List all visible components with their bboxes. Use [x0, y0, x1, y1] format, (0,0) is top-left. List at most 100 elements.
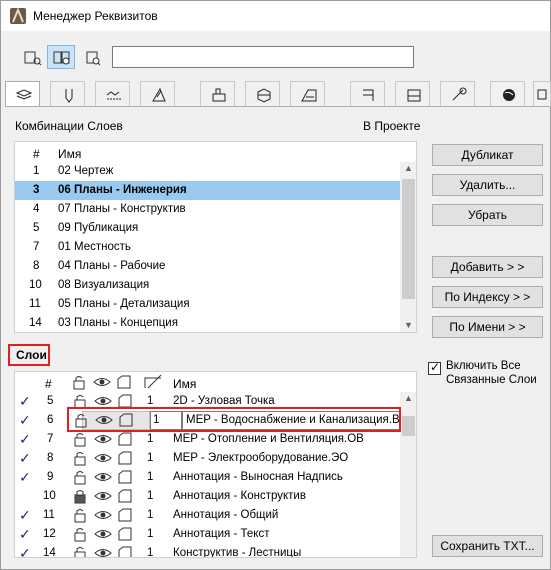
combo-num: 10	[29, 279, 42, 291]
eye-icon[interactable]	[94, 451, 112, 469]
layer-num: 7	[47, 433, 54, 445]
combo-name: 09 Публикация	[58, 222, 139, 234]
solid-model-icon[interactable]	[117, 451, 133, 469]
combo-row[interactable]: 10 08 Визуализация	[15, 276, 416, 295]
tab-profiles[interactable]	[290, 81, 325, 107]
delete-button[interactable]: Удалить...	[432, 174, 543, 196]
zones-icon	[363, 89, 374, 101]
view-left-button[interactable]	[18, 45, 46, 69]
layer-checked-icon[interactable]: ✓	[19, 507, 31, 524]
scroll-down-icon[interactable]: ▼	[404, 320, 413, 330]
layer-checked-icon[interactable]: ✓	[19, 393, 31, 410]
layer-intersection-group: 1	[147, 395, 154, 407]
layer-checked-icon[interactable]: ✓	[19, 431, 31, 448]
eye-icon[interactable]	[94, 432, 112, 450]
remove-button[interactable]: Убрать	[432, 204, 543, 226]
combo-row[interactable]: 4 07 Планы - Конструктив	[15, 200, 416, 219]
solid-model-icon[interactable]	[117, 527, 133, 545]
layer-checked-icon[interactable]: ✓	[19, 450, 31, 467]
by-name-button[interactable]: По Имени > >	[432, 316, 543, 338]
solid-model-icon[interactable]	[117, 489, 133, 507]
layer-name: MEP - Электрооборудование.ЭО	[173, 452, 349, 464]
layer-intersection-group: 1	[147, 509, 154, 521]
combo-row-selected[interactable]: 3 06 Планы - Инженерия	[15, 181, 401, 200]
layer-row[interactable]: ✓ 11 1 Аннотация - Общий	[15, 506, 416, 525]
by-index-button[interactable]: По Индексу > >	[432, 286, 543, 308]
solid-model-icon[interactable]	[117, 546, 133, 557]
wireframe-header-icon[interactable]	[116, 374, 132, 393]
eye-icon[interactable]	[94, 508, 112, 526]
layers-list[interactable]: # Имя ✓ 5 1 2D - Узловая Точка ✓ 6 1 MEP…	[14, 371, 417, 558]
attribute-manager-window: Менеджер Реквизитов Комбинации Слоев В П…	[0, 0, 551, 570]
eye-icon[interactable]	[94, 527, 112, 545]
layer-name: Аннотация - Текст	[173, 528, 270, 540]
combos-col-name: Имя	[58, 147, 82, 161]
eye-icon[interactable]	[94, 489, 112, 507]
layer-checked-icon[interactable]: ✓	[19, 526, 31, 543]
layer-row[interactable]: ✓ 7 1 MEP - Отопление и Вентиляция.ОВ	[15, 430, 416, 449]
layer-row[interactable]: 10 1 Аннотация - Конструктив	[15, 487, 416, 506]
add-button[interactable]: Добавить > >	[432, 256, 543, 278]
view-right-button[interactable]	[77, 45, 105, 69]
line-types-icon	[106, 91, 121, 100]
layer-row[interactable]: ✓ 9 1 Аннотация - Выносная Надпись	[15, 468, 416, 487]
lock-open-icon[interactable]	[72, 451, 88, 469]
lock-open-icon[interactable]	[72, 508, 88, 526]
scroll-up-icon[interactable]: ▲	[404, 393, 413, 403]
layer-row[interactable]: ✓ 12 1 Аннотация - Текст	[15, 525, 416, 544]
scroll-thumb[interactable]	[402, 416, 415, 436]
eye-icon[interactable]	[94, 546, 112, 557]
eye-header-icon[interactable]	[93, 374, 111, 393]
combos-list[interactable]: # Имя 1 02 Чертеж 3 06 Планы - Инженерия…	[14, 141, 417, 333]
layer-row[interactable]: ✓ 8 1 MEP - Электрооборудование.ЭО	[15, 449, 416, 468]
tab-layers[interactable]	[5, 81, 40, 109]
tab-markup[interactable]	[490, 81, 525, 107]
combo-num: 3	[33, 184, 40, 196]
tab-composites[interactable]	[245, 81, 280, 107]
title-bar: Менеджер Реквизитов	[1, 1, 550, 31]
lock-closed-icon[interactable]	[72, 489, 88, 507]
combo-row[interactable]: 7 01 Местность	[15, 238, 416, 257]
tab-mep[interactable]	[395, 81, 430, 107]
include-all-checkbox[interactable]: ✓	[428, 360, 441, 375]
tab-line-types[interactable]	[95, 81, 130, 107]
combo-name: 04 Планы - Рабочие	[58, 260, 166, 272]
solid-model-icon[interactable]	[117, 470, 133, 488]
combos-col-num: #	[33, 147, 40, 161]
scroll-thumb[interactable]	[402, 179, 415, 299]
combo-name: 03 Планы - Концепция	[58, 317, 178, 329]
intersection-header-icon[interactable]	[144, 374, 162, 393]
layer-row[interactable]: ✓ 14 1 Конструктив - Лестницы	[15, 544, 416, 557]
lock-open-icon[interactable]	[72, 527, 88, 545]
tab-more[interactable]	[533, 81, 551, 107]
tab-building-materials[interactable]	[200, 81, 235, 107]
combos-scrollbar[interactable]: ▲ ▼	[400, 162, 416, 332]
tab-fills[interactable]	[140, 81, 175, 107]
eye-icon[interactable]	[94, 470, 112, 488]
save-txt-button[interactable]: Сохранить TXT...	[432, 535, 543, 557]
combo-row[interactable]: 5 09 Публикация	[15, 219, 416, 238]
lock-open-icon[interactable]	[72, 546, 88, 557]
profile-icon	[301, 89, 317, 102]
lock-header-icon[interactable]	[71, 374, 87, 393]
search-field[interactable]	[112, 46, 414, 68]
tab-pens[interactable]	[50, 81, 85, 107]
layer-checked-icon[interactable]: ✓	[19, 469, 31, 486]
layer-checked-icon[interactable]: ✓	[19, 412, 31, 429]
combo-row[interactable]: 1 02 Чертеж	[15, 162, 416, 181]
lock-open-icon[interactable]	[72, 432, 88, 450]
solid-model-icon[interactable]	[117, 432, 133, 450]
tab-surfaces[interactable]	[440, 81, 475, 107]
duplicate-button[interactable]: Дубликат	[432, 144, 543, 166]
view-both-button[interactable]	[47, 45, 75, 69]
lock-open-icon[interactable]	[72, 470, 88, 488]
layer-checked-icon[interactable]: ✓	[19, 545, 31, 557]
solid-model-icon[interactable]	[117, 508, 133, 526]
include-all-label: Включить Все Связанные Слои	[446, 360, 537, 386]
tab-zones[interactable]	[350, 81, 385, 107]
layers-scrollbar[interactable]: ▲	[400, 392, 416, 557]
scroll-up-icon[interactable]: ▲	[404, 163, 413, 173]
combo-row[interactable]: 8 04 Планы - Рабочие	[15, 257, 416, 276]
combo-row[interactable]: 11 05 Планы - Детализация	[15, 295, 416, 314]
combo-row[interactable]: 14 03 Планы - Концепция	[15, 314, 416, 332]
